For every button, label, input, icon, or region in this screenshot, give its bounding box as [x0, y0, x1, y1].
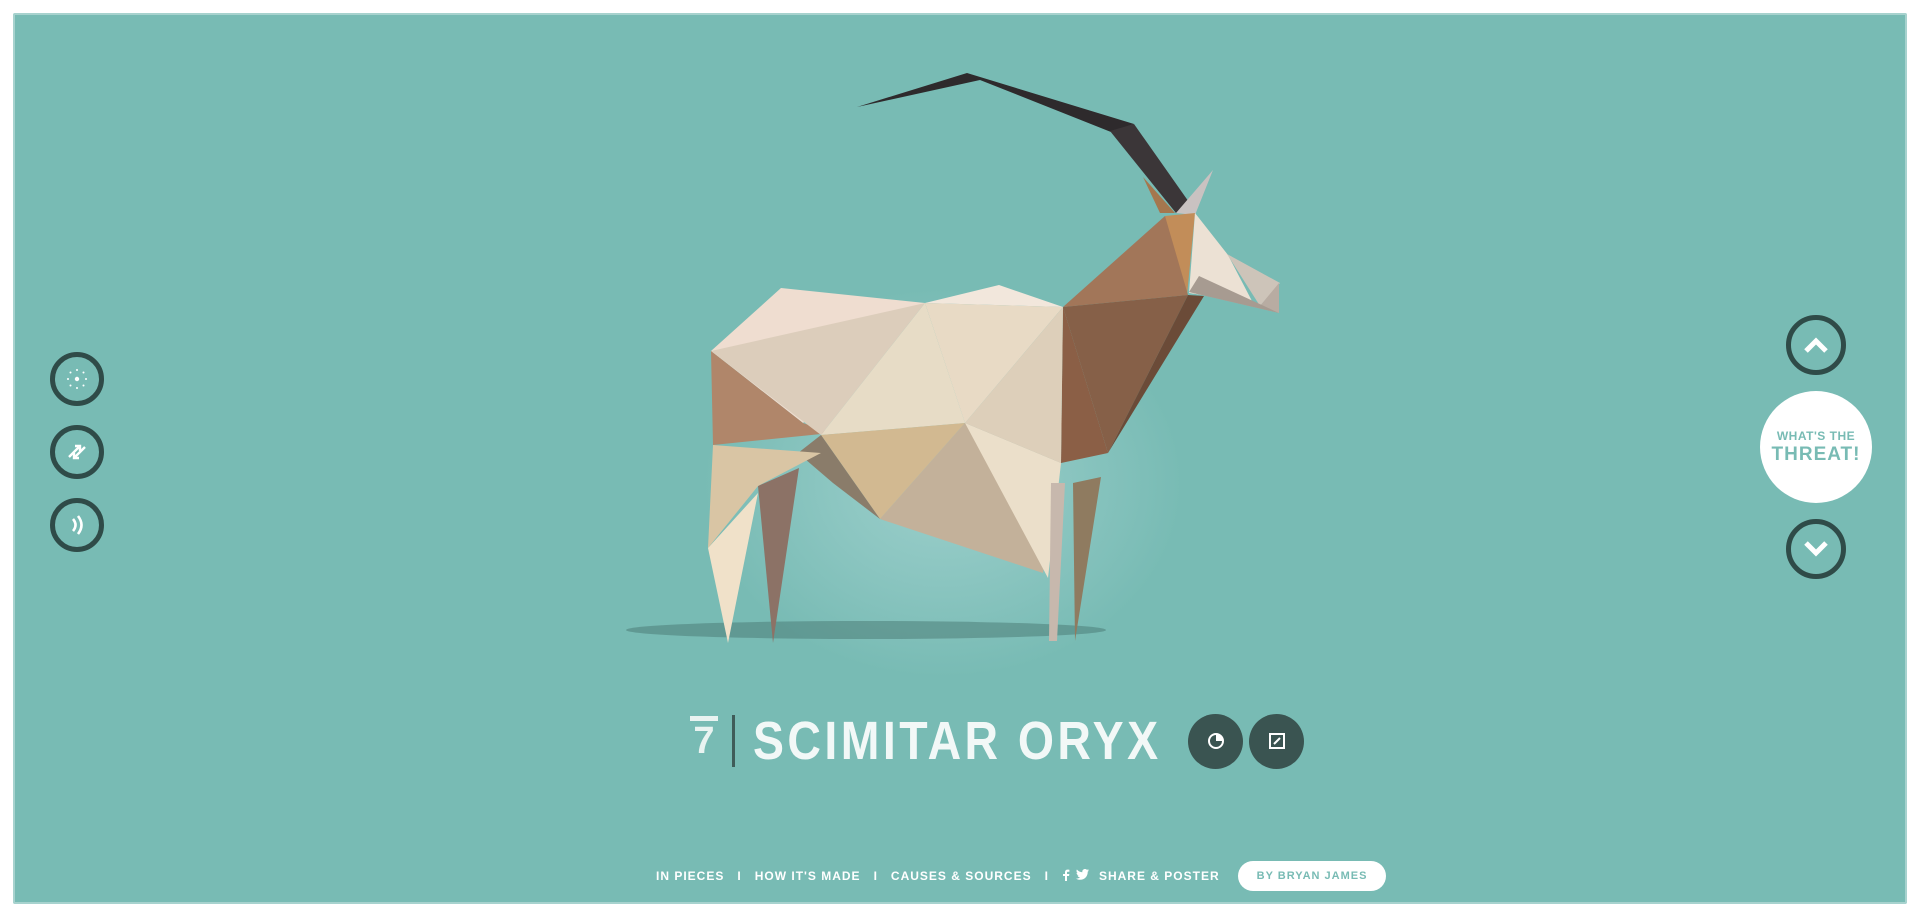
sound-icon	[71, 515, 83, 535]
pie-chart-icon	[1207, 733, 1224, 749]
facebook-icon[interactable]	[1062, 869, 1070, 884]
shuffle-button[interactable]	[50, 425, 104, 479]
twitter-icon[interactable]	[1075, 869, 1089, 883]
nav-separator: I	[873, 869, 878, 883]
shuffle-icon	[68, 444, 86, 460]
explore-pieces-button[interactable]	[50, 352, 104, 406]
ground-shadow	[626, 621, 1106, 639]
species-name: SCIMITAR ORYX	[753, 711, 1162, 771]
previous-species-button[interactable]	[1786, 315, 1846, 375]
leg-front-far	[1049, 483, 1065, 641]
rank-number: 7	[693, 720, 715, 762]
sound-toggle-button[interactable]	[50, 498, 104, 552]
nav-share-poster[interactable]: SHARE & POSTER	[1099, 869, 1220, 883]
nav-causes-sources[interactable]: CAUSES & SOURCES	[891, 869, 1032, 883]
chevron-up-icon	[1804, 337, 1828, 353]
threat-label-big: THREAT!	[1771, 443, 1861, 465]
title-divider	[732, 715, 735, 767]
expand-button[interactable]	[1249, 713, 1305, 769]
chevron-down-icon	[1804, 541, 1828, 557]
author-button[interactable]: BY BRYAN JAMES	[1237, 861, 1387, 891]
whats-the-threat-button[interactable]: WHAT'S THE THREAT!	[1760, 391, 1872, 503]
footer-nav: IN PIECES I HOW IT'S MADE I CAUSES & SOU…	[656, 859, 1387, 893]
expand-icon	[1268, 733, 1285, 749]
nav-how-its-made[interactable]: HOW IT'S MADE	[755, 869, 861, 883]
nav-separator: I	[737, 869, 742, 883]
dots-icon	[67, 369, 87, 389]
threat-label-small: WHAT'S THE	[1776, 428, 1856, 443]
leg-back-far	[758, 468, 799, 643]
leg-front-near	[1073, 477, 1101, 641]
stage: WHAT'S THE THREAT! 7 SCIMITAR ORYX IN PI…	[13, 13, 1907, 904]
species-rank: 7	[688, 714, 720, 768]
horn-front	[1110, 124, 1191, 213]
next-species-button[interactable]	[1786, 519, 1846, 579]
species-title-row: 7 SCIMITAR ORYX	[688, 706, 1305, 776]
nav-in-pieces[interactable]: IN PIECES	[656, 869, 724, 883]
nav-separator: I	[1044, 869, 1049, 883]
stats-button[interactable]	[1188, 713, 1244, 769]
horn-back	[857, 73, 1134, 132]
